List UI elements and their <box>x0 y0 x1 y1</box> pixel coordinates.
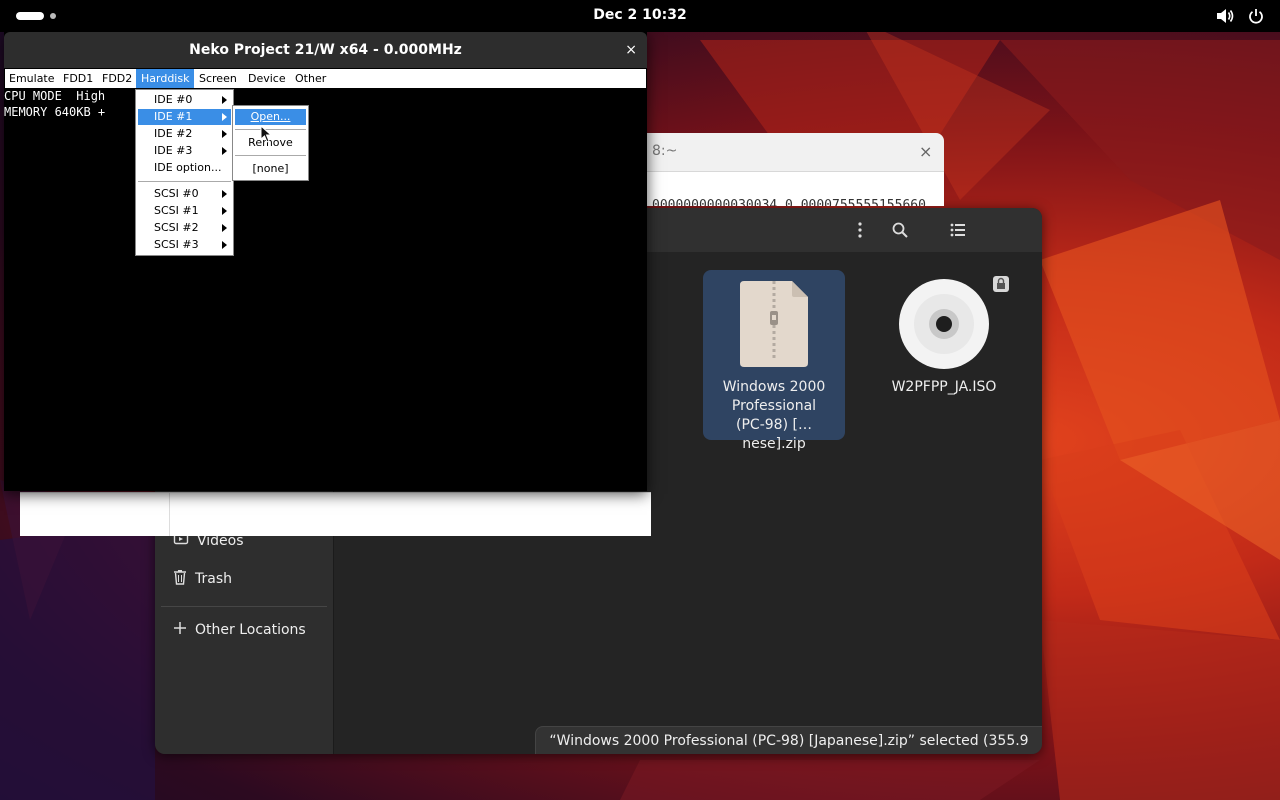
list-view-icon[interactable] <box>946 218 970 242</box>
mouse-pointer-icon <box>260 125 272 143</box>
submenu-arrow-icon <box>222 96 227 104</box>
close-icon[interactable]: × <box>919 142 932 161</box>
menu-item-ide3[interactable]: IDE #3 <box>138 143 231 159</box>
close-button[interactable]: × <box>625 32 637 68</box>
divider <box>169 493 170 536</box>
submenu-arrow-icon <box>222 130 227 138</box>
menu-item-ide1[interactable]: IDE #1 <box>138 109 231 125</box>
submenu-arrow-icon <box>222 147 227 155</box>
system-tray[interactable] <box>1216 8 1264 24</box>
sidebar-item-other-locations[interactable]: Other Locations <box>173 618 306 642</box>
menu-separator <box>138 181 231 182</box>
menu-item-none[interactable]: [none] <box>235 161 306 177</box>
sidebar-item-trash[interactable]: Trash <box>173 567 232 591</box>
plus-icon <box>173 621 187 639</box>
sidebar-divider <box>161 606 327 607</box>
menu-separator <box>235 155 306 156</box>
ide1-submenu: Open... Remove [none] <box>232 105 309 181</box>
submenu-arrow-icon <box>222 207 227 215</box>
harddisk-menu: IDE #0 IDE #1 IDE #2 IDE #3 IDE option..… <box>135 89 234 256</box>
menu-other[interactable]: Other <box>295 72 326 85</box>
power-icon[interactable] <box>1248 8 1264 24</box>
menu-fdd2[interactable]: FDD2 <box>102 72 132 85</box>
volume-icon[interactable] <box>1216 8 1234 24</box>
menu-device[interactable]: Device <box>248 72 286 85</box>
menubar: Emulate FDD1 FDD2 Harddisk Screen Device… <box>5 69 646 88</box>
neko-project-window[interactable]: Neko Project 21/W x64 - 0.000MHz × Emula… <box>4 32 647 491</box>
submenu-arrow-icon <box>222 224 227 232</box>
menu-screen[interactable]: Screen <box>199 72 237 85</box>
menu-item-scsi0[interactable]: SCSI #0 <box>138 186 231 202</box>
submenu-arrow-icon <box>222 113 227 121</box>
terminal-lower-area <box>20 492 651 536</box>
emulator-screen-line: CPU MODE High <box>4 89 106 103</box>
menu-emulate[interactable]: Emulate <box>9 72 55 85</box>
terminal-title: 8:~ <box>652 143 678 159</box>
submenu-arrow-icon <box>222 241 227 249</box>
selection-status: “Windows 2000 Professional (PC-98) [Japa… <box>535 726 1042 754</box>
emulator-screen-line: MEMORY 640KB + <box>4 105 120 119</box>
menu-item-ide-option[interactable]: IDE option... <box>138 160 231 176</box>
menu-item-open[interactable]: Open... <box>235 109 306 125</box>
menu-item-ide2[interactable]: IDE #2 <box>138 126 231 142</box>
terminal-output: 0000000000030034 0 0000755555155660 <box>652 198 926 206</box>
menu-item-scsi1[interactable]: SCSI #1 <box>138 203 231 219</box>
menu-harddisk[interactable]: Harddisk <box>136 69 195 88</box>
sidebar-item-label: Other Locations <box>195 622 306 638</box>
window-title: Neko Project 21/W x64 - 0.000MHz <box>4 32 647 68</box>
menu-item-ide0[interactable]: IDE #0 <box>138 92 231 108</box>
submenu-arrow-icon <box>222 190 227 198</box>
menu-item-scsi3[interactable]: SCSI #3 <box>138 237 231 253</box>
lock-icon <box>993 276 1009 292</box>
trash-icon <box>173 569 187 589</box>
menu-fdd1[interactable]: FDD1 <box>63 72 93 85</box>
menu-item-scsi2[interactable]: SCSI #2 <box>138 220 231 236</box>
top-bar: Dec 2 10:32 <box>0 0 1280 32</box>
clock[interactable]: Dec 2 10:32 <box>0 7 1280 23</box>
sidebar-item-label: Trash <box>195 571 232 587</box>
